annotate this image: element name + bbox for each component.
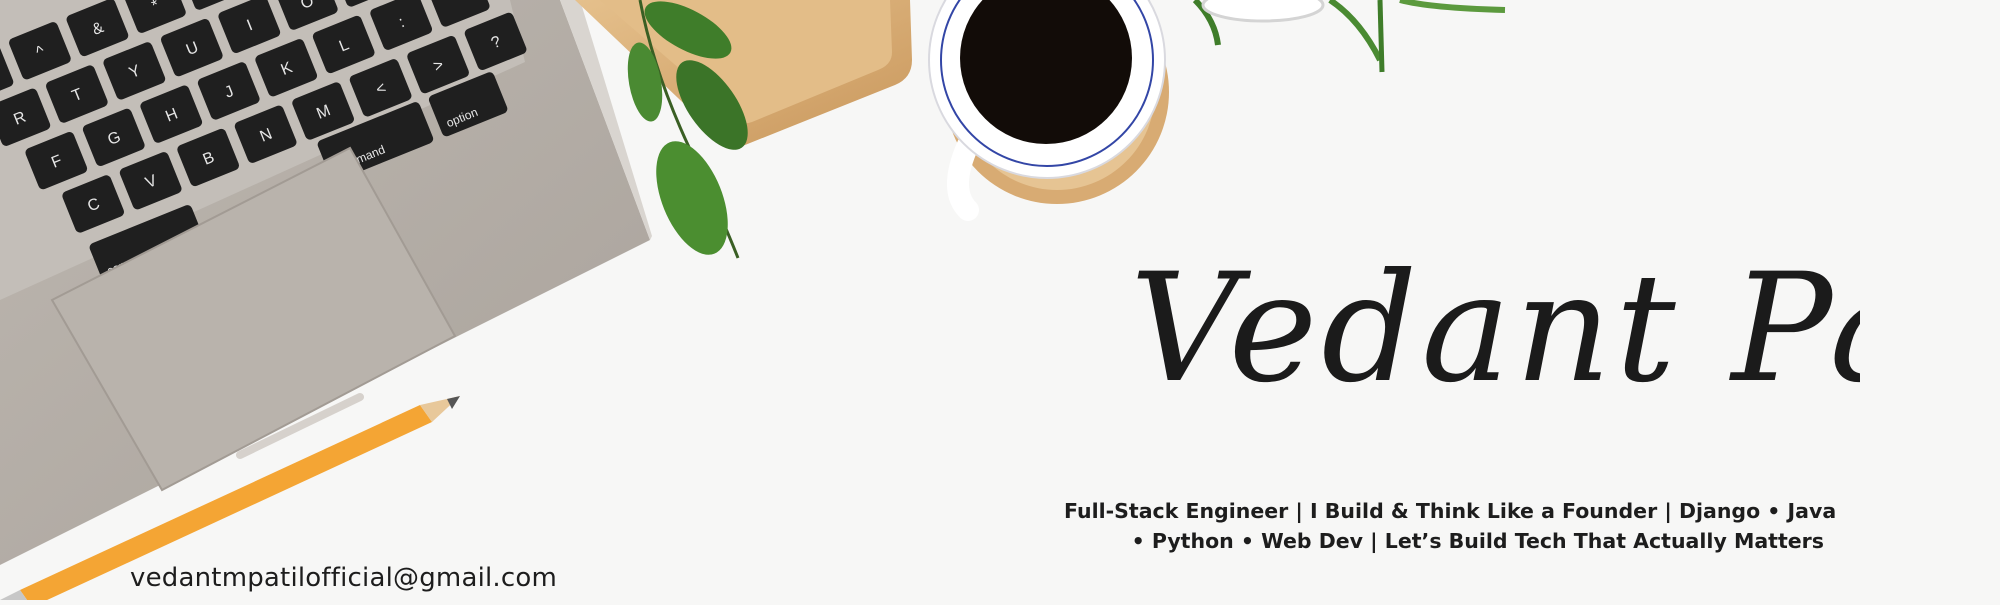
signature-name: Vedant Patil <box>1100 140 2000 480</box>
name-text: Vedant Patil <box>1130 242 1860 416</box>
email-address: vedantmpatilofficial@gmail.com <box>130 563 558 593</box>
tagline-line-1: Full-Stack Engineer | I Build & Think Li… <box>1064 499 1837 523</box>
tagline: Full-Stack Engineer | I Build & Think Li… <box>1064 496 1837 556</box>
tagline-line-2: • Python • Web Dev | Let’s Build Tech Th… <box>1131 529 1824 553</box>
signature-svg: Vedant Patil <box>1130 242 2000 416</box>
